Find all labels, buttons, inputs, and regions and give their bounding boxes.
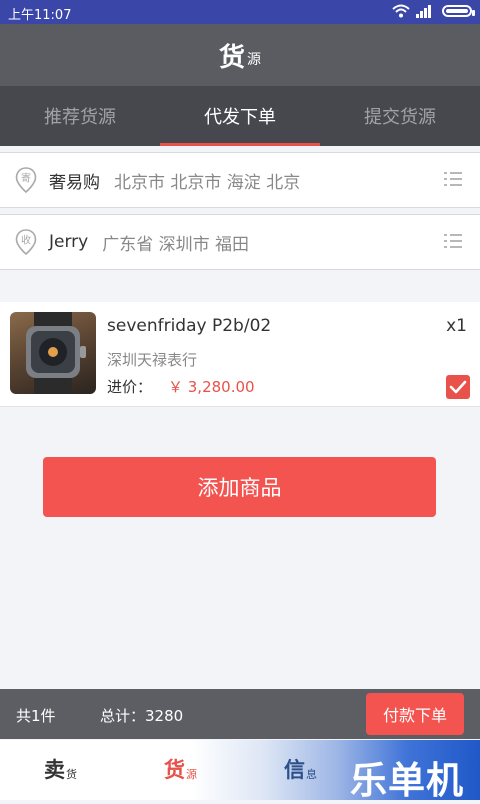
title-sub: 源 bbox=[247, 52, 261, 68]
nav-source-main: 货 bbox=[164, 757, 185, 782]
status-bar: 上午11:07 bbox=[0, 0, 480, 24]
sender-list-icon[interactable] bbox=[444, 172, 462, 186]
receiver-location-pin-icon: 收 bbox=[15, 229, 37, 255]
pay-order-button[interactable]: 付款下单 bbox=[366, 693, 464, 735]
sender-location-pin-icon: 寄 bbox=[15, 167, 37, 193]
sender-address-row[interactable]: 寄 奢易购 北京市 北京市 海淀 北京 bbox=[0, 152, 480, 208]
title-main: 货 bbox=[218, 42, 245, 73]
sender-place: 北京市 北京市 海淀 北京 bbox=[114, 172, 301, 193]
receiver-list-icon[interactable] bbox=[444, 234, 462, 248]
sender-name: 奢易购 bbox=[49, 172, 100, 193]
nav-info-main: 信 bbox=[284, 757, 305, 782]
tab-recommended-sources[interactable]: 推荐货源 bbox=[0, 86, 160, 146]
nav-item-info[interactable]: 信 息 bbox=[284, 754, 317, 784]
watermark-logo: 乐单机 bbox=[350, 759, 464, 802]
receiver-name: Jerry bbox=[49, 232, 89, 252]
product-price: ￥ 3,280.00 bbox=[168, 378, 255, 396]
order-summary-bar: 共1件 总计：3280 付款下单 bbox=[0, 689, 480, 739]
tab-dropship-order[interactable]: 代发下单 bbox=[160, 86, 320, 146]
item-count: 共1件 bbox=[16, 707, 56, 725]
receiver-address-row[interactable]: 收 Jerry 广东省 深圳市 福田 bbox=[0, 214, 480, 270]
checkmark-icon bbox=[449, 380, 467, 394]
product-shop: 深圳天禄表行 bbox=[107, 351, 198, 369]
product-checkbox[interactable] bbox=[446, 375, 470, 399]
receiver-place: 广东省 深圳市 福田 bbox=[102, 234, 250, 255]
sender-badge-text: 寄 bbox=[21, 172, 31, 185]
nav-info-sub: 息 bbox=[306, 768, 317, 781]
price-label: 进价： bbox=[107, 378, 153, 396]
watch-image bbox=[26, 312, 86, 394]
nav-sell-main: 卖 bbox=[44, 757, 65, 782]
product-item: sevenfriday P2b/02 x1 深圳天禄表行 进价： ￥ 3,280… bbox=[0, 302, 480, 407]
nav-item-sell[interactable]: 卖 货 bbox=[44, 754, 77, 784]
battery-icon bbox=[442, 5, 475, 17]
status-time: 上午11:07 bbox=[8, 8, 72, 23]
page-title: 货 源 bbox=[0, 24, 480, 86]
signal-icon bbox=[416, 5, 431, 18]
add-product-button[interactable]: 添加商品 bbox=[43, 457, 436, 517]
product-name: sevenfriday P2b/02 bbox=[107, 316, 272, 336]
nav-source-sub: 源 bbox=[186, 768, 197, 781]
order-total: 总计：3280 bbox=[100, 707, 184, 725]
product-thumbnail[interactable] bbox=[10, 312, 96, 394]
wifi-icon bbox=[392, 4, 410, 18]
receiver-badge-text: 收 bbox=[21, 234, 31, 247]
nav-item-source[interactable]: 货 源 bbox=[164, 754, 197, 784]
tab-submit-source[interactable]: 提交货源 bbox=[320, 86, 480, 146]
tab-bar: 推荐货源 代发下单 提交货源 bbox=[0, 86, 480, 146]
product-quantity: x1 bbox=[446, 316, 467, 336]
status-icons bbox=[392, 4, 475, 18]
nav-sell-sub: 货 bbox=[66, 768, 77, 781]
